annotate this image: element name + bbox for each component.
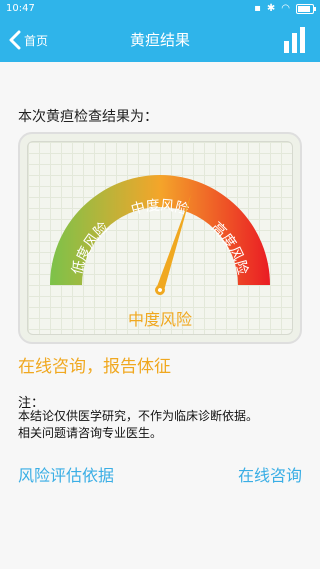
note-text: 本结论仅供医学研究，不作为临床诊断依据。 相关问题请咨询专业医生。: [18, 408, 308, 442]
online-consult-link[interactable]: 在线咨询: [238, 462, 302, 486]
risk-level-label: 中度风险: [127, 310, 192, 329]
note-line: 相关问题请咨询专业医生。: [18, 426, 163, 440]
consult-report-link[interactable]: 在线咨询，报告体征: [18, 352, 171, 377]
risk-basis-link[interactable]: 风险评估依据: [18, 462, 114, 486]
note-line: 本结论仅供医学研究，不作为临床诊断依据。: [18, 409, 259, 423]
